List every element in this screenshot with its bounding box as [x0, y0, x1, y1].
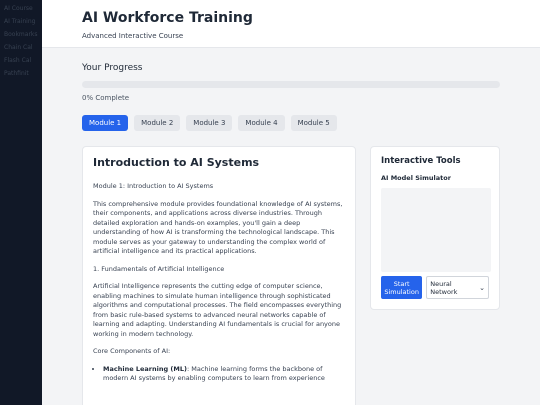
network-type-value: Neural Network [430, 279, 458, 296]
component-name: Machine Learning (ML) [103, 364, 187, 373]
progress-text: 0% Complete [82, 94, 130, 102]
components-heading: Core Components of AI: [93, 347, 171, 355]
components-list: Machine Learning (ML): Machine learning … [93, 365, 345, 384]
page-title: AI Workforce Training [82, 10, 253, 26]
tab-module-5[interactable]: Module 5 [290, 115, 337, 131]
network-type-select[interactable]: Neural Network ⌄ [426, 276, 489, 299]
progress-section: Your Progress 0% Complete [82, 63, 500, 102]
tab-module-1[interactable]: Module 1 [82, 115, 129, 131]
sidebar-item-bookmarks[interactable]: Bookmarks [0, 28, 42, 41]
chevron-down-icon: ⌄ [479, 283, 485, 292]
module-tabs: Module 1 Module 2 Module 3 Module 4 Modu… [82, 115, 337, 131]
progress-title: Your Progress [82, 63, 143, 73]
interactive-tools-card: Interactive Tools AI Model Simulator Sta… [370, 146, 500, 310]
sidebar-item-pathfinit[interactable]: Pathfinit [0, 67, 42, 80]
sidebar-item-flash-cal[interactable]: Flash Cal [0, 54, 42, 67]
sidebar-item-ai-training[interactable]: AI Training [0, 15, 42, 28]
tab-module-4[interactable]: Module 4 [238, 115, 285, 131]
simulator-controls: Start Simulation Neural Network ⌄ [381, 276, 489, 299]
sidebar-item-ai-course[interactable]: AI Course [0, 0, 42, 15]
section-heading: 1. Fundamentals of Artificial Intelligen… [93, 264, 225, 273]
start-simulation-button[interactable]: Start Simulation [381, 276, 423, 299]
page-header: AI Workforce Training Advanced Interacti… [42, 0, 540, 48]
tab-module-2[interactable]: Module 2 [134, 115, 181, 131]
module-intro: This comprehensive module provides found… [93, 199, 343, 256]
content-title: Introduction to AI Systems [93, 156, 260, 169]
simulator-canvas[interactable] [381, 188, 491, 272]
section-text: Artificial Intelligence represents the c… [93, 282, 342, 338]
sidebar: AI Course AI Training Bookmarks Chain Ca… [0, 0, 42, 405]
progress-bar [82, 81, 500, 88]
sidebar-item-chain-cal[interactable]: Chain Cal [0, 41, 42, 54]
tools-title: Interactive Tools [381, 156, 461, 166]
simulator-label: AI Model Simulator [381, 174, 451, 182]
module-heading: Module 1: Introduction to AI Systems [93, 182, 214, 190]
tab-module-3[interactable]: Module 3 [186, 115, 233, 131]
page-subtitle: Advanced Interactive Course [82, 32, 184, 40]
module-content-card: Introduction to AI Systems Module 1: Int… [82, 146, 356, 405]
list-item: Machine Learning (ML): Machine learning … [103, 365, 345, 384]
